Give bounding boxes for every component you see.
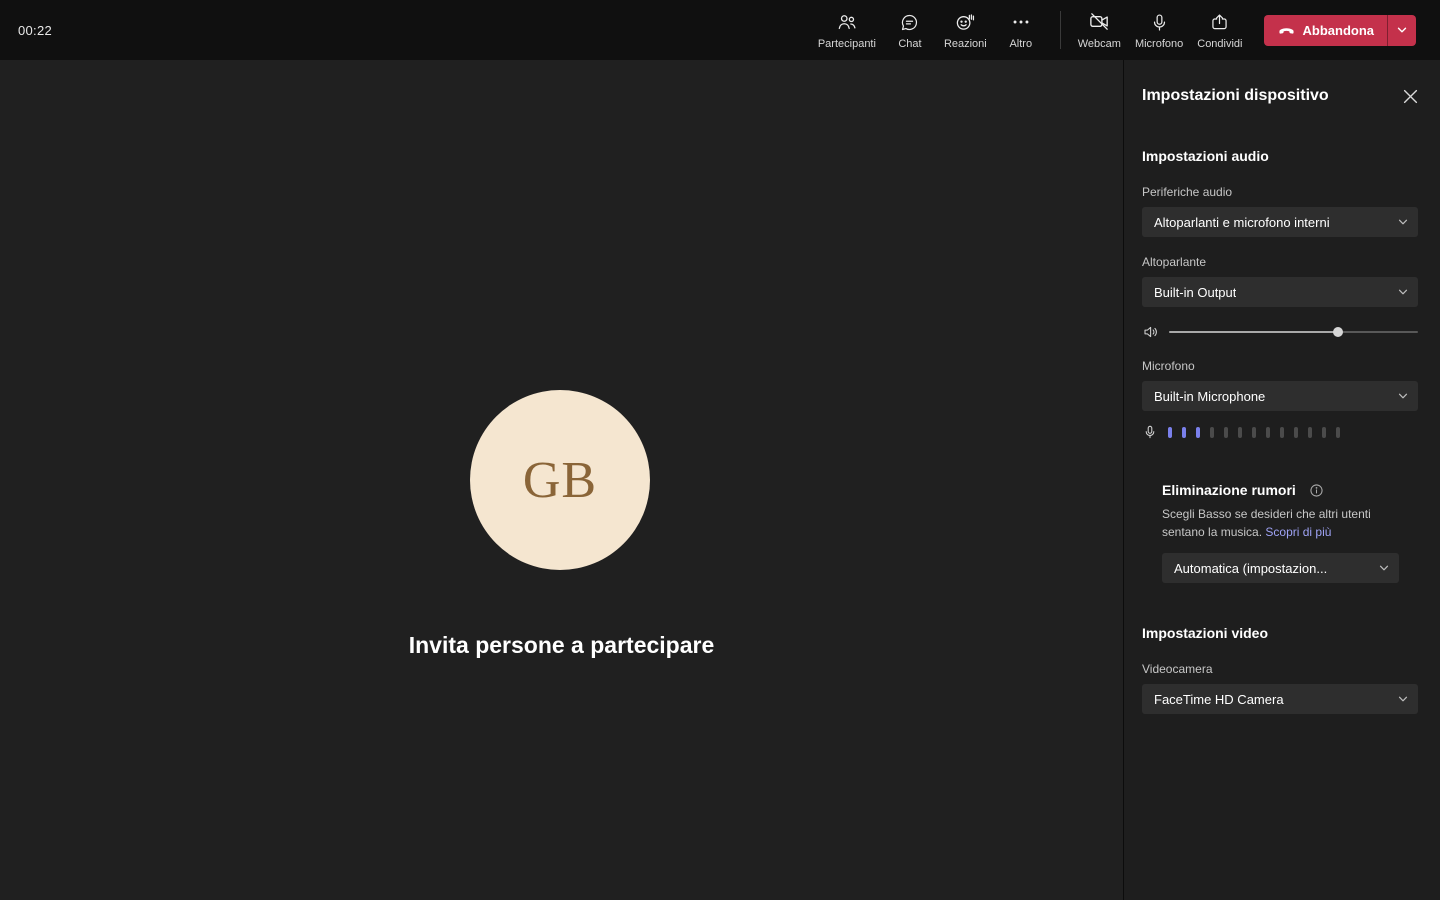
noise-suppression-value: Automatica (impostazion... [1174,560,1328,576]
share-label: Condividi [1197,37,1243,50]
panel-header: Impostazioni dispositivo [1142,82,1418,110]
camera-label: Videocamera [1142,662,1213,676]
chat-label: Chat [898,37,922,50]
more-icon [1010,11,1032,33]
invite-text: Invita persone a partecipare [408,632,715,658]
meeting-timer: 00:22 [18,22,53,38]
mic-level-bar [1238,426,1242,438]
reactions-button[interactable]: Reazioni [937,7,994,54]
mic-level-bar [1308,426,1312,438]
volume-row [1142,323,1418,341]
participants-label: Partecipanti [817,37,876,50]
avatar: GB [470,390,650,570]
chevron-down-icon [1396,24,1408,36]
speaker-icon [1142,323,1160,341]
chat-button[interactable]: Chat [883,7,937,54]
mic-level-bar [1182,426,1186,438]
mic-level-bar [1336,426,1340,438]
avatar-initials: GB [522,451,598,509]
learn-more-link[interactable]: Scopri di più [1265,525,1331,539]
leave-button[interactable]: Abbandona [1263,14,1387,46]
mic-level-bar [1252,426,1256,438]
camera-select[interactable]: FaceTime HD Camera [1142,684,1418,714]
mic-value: Built-in Microphone [1154,388,1266,404]
microphone-label: Microfono [1134,37,1184,50]
chevron-down-icon [1397,693,1409,705]
webcam-button[interactable]: Webcam [1071,7,1128,54]
leave-options-button[interactable] [1387,14,1416,46]
speaker-label: Altoparlante [1142,255,1207,269]
audio-devices-select[interactable]: Altoparlanti e microfono interni [1142,207,1418,237]
meeting-toolbar: Partecipanti Chat Reazioni Altro Webcam … [811,0,1440,60]
microphone-button[interactable]: Microfono [1128,7,1190,54]
panel-title: Impostazioni dispositivo [1142,87,1329,104]
mic-level-bar [1294,426,1298,438]
noise-suppression-block: Eliminazione rumori Scegli Basso se desi… [1162,482,1399,583]
noise-suppression-select[interactable]: Automatica (impostazion... [1162,553,1399,583]
participants-button[interactable]: Partecipanti [811,7,883,54]
noise-suppression-description: Scegli Basso se desideri che altri utent… [1162,505,1399,541]
noise-suppression-header: Eliminazione rumori [1162,482,1399,498]
chat-icon [899,11,920,33]
camera-value: FaceTime HD Camera [1154,691,1284,707]
webcam-off-icon [1088,11,1111,33]
chevron-down-icon [1378,562,1390,574]
hangup-icon [1277,21,1296,40]
speaker-select[interactable]: Built-in Output [1142,277,1418,307]
audio-devices-value: Altoparlanti e microfono interni [1154,214,1330,230]
volume-slider[interactable] [1169,326,1418,338]
mic-level-bar [1224,426,1228,438]
mic-level-bar [1322,426,1326,438]
speaker-value: Built-in Output [1154,284,1237,300]
reactions-icon [954,11,976,33]
mic-level-row [1142,424,1418,440]
mic-level-bar [1196,426,1200,438]
volume-track [1169,331,1418,333]
microphone-icon [1149,11,1170,33]
share-button[interactable]: Condividi [1190,7,1249,54]
audio-devices-label: Periferiche audio [1142,185,1233,199]
mic-select[interactable]: Built-in Microphone [1142,381,1418,411]
audio-section-title: Impostazioni audio [1142,148,1269,164]
meeting-stage: GB Invita persone a partecipare [0,60,1123,900]
video-section-title: Impostazioni video [1142,625,1269,641]
meeting-topbar: 00:22 Partecipanti Chat Reazioni Altro W… [0,0,1440,60]
mic-level-bars [1168,426,1340,438]
device-settings-panel: Impostazioni dispositivo Impostazioni au… [1123,60,1440,900]
volume-thumb[interactable] [1333,327,1344,337]
close-panel-button[interactable] [1396,82,1424,110]
more-button[interactable]: Altro [994,7,1048,54]
noise-suppression-title: Eliminazione rumori [1162,482,1296,498]
info-icon[interactable] [1310,483,1323,497]
reactions-label: Reazioni [943,37,987,50]
mic-level-bar [1210,426,1214,438]
chevron-down-icon [1397,390,1409,402]
mic-level-bar [1280,426,1284,438]
leave-label: Abbandona [1302,22,1375,38]
participants-icon [836,11,858,33]
microphone-icon [1142,424,1158,440]
mic-level-bar [1266,426,1270,438]
close-icon [1403,89,1418,104]
chevron-down-icon [1397,216,1409,228]
leave-button-group: Abbandona [1263,14,1416,46]
share-icon [1209,11,1230,33]
mic-level-bar [1168,426,1172,438]
more-label: Altro [1009,37,1033,50]
toolbar-divider [1059,11,1061,49]
mic-label: Microfono [1142,359,1195,373]
chevron-down-icon [1397,286,1409,298]
webcam-label: Webcam [1077,37,1121,50]
